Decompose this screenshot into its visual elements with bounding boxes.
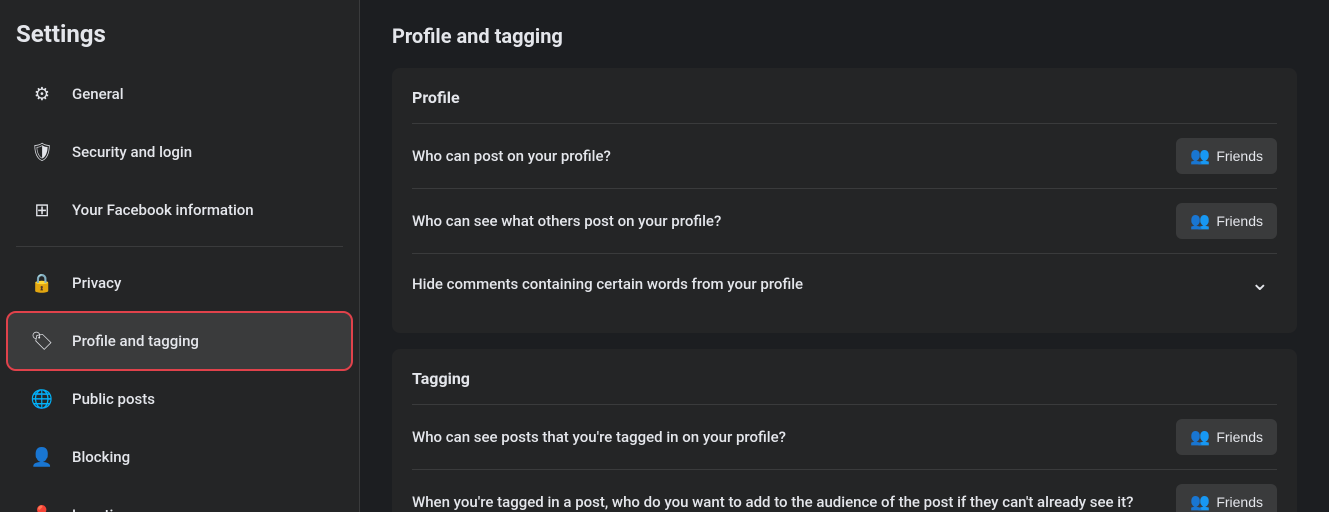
setting-row-who-can-post: Who can post on your profile? 👥 Friends [412,123,1277,188]
setting-label-who-can-see-tagged-posts: Who can see posts that you're tagged in … [412,428,1176,446]
sidebar-item-label-location: Location [72,506,130,512]
friends-button-who-can-see-tagged-posts[interactable]: 👥 Friends [1176,419,1277,455]
public-posts-icon: 🌐 [24,381,60,417]
friends-button-who-can-post[interactable]: 👥 Friends [1176,138,1277,174]
friends-btn-label-who-can-see-others-post: Friends [1216,213,1263,229]
sidebar-item-privacy[interactable]: 🔒 Privacy [8,255,351,311]
sidebar-item-label-facebook-info: Your Facebook information [72,201,254,219]
setting-label-tagged-post-audience: When you're tagged in a post, who do you… [412,493,1176,511]
chevron-button-hide-comments[interactable]: ⌄ [1243,268,1277,299]
friends-button-who-can-see-others-post[interactable]: 👥 Friends [1176,203,1277,239]
setting-label-hide-comments: Hide comments containing certain words f… [412,275,1243,293]
section-heading-tagging-section: Tagging [412,369,1277,388]
friends-btn-label-who-can-post: Friends [1216,148,1263,164]
profile-tagging-icon: 🏷 [24,323,60,359]
setting-label-who-can-see-others-post: Who can see what others post on your pro… [412,212,1176,230]
sidebar-item-label-privacy: Privacy [72,274,121,292]
friends-btn-label-tagged-post-audience: Friends [1216,494,1263,510]
page-title: Profile and tagging [392,24,1297,48]
sidebar-item-label-general: General [72,85,124,103]
sidebar-item-label-security: Security and login [72,143,192,161]
setting-row-hide-comments: Hide comments containing certain words f… [412,253,1277,313]
blocking-icon: 👤 [24,439,60,475]
setting-row-who-can-see-others-post: Who can see what others post on your pro… [412,188,1277,253]
sidebar-item-facebook-info[interactable]: ⊞ Your Facebook information [8,182,351,238]
privacy-icon: 🔒 [24,265,60,301]
sidebar-item-blocking[interactable]: 👤 Blocking [8,429,351,485]
setting-row-who-can-see-tagged-posts: Who can see posts that you're tagged in … [412,404,1277,469]
friends-icon-who-can-see-others-post: 👥 [1190,211,1210,231]
sidebar-item-public-posts[interactable]: 🌐 Public posts [8,371,351,427]
sidebar-item-security[interactable]: 🛡 Security and login [8,124,351,180]
setting-row-tagged-post-audience: When you're tagged in a post, who do you… [412,469,1277,512]
sidebar-item-label-public-posts: Public posts [72,390,155,408]
sidebar: Settings ⚙ General 🛡 Security and login ⊞ You… [0,0,360,512]
section-heading-profile-section: Profile [412,88,1277,107]
sidebar-item-location[interactable]: 📍 Location [8,487,351,512]
friends-button-tagged-post-audience[interactable]: 👥 Friends [1176,484,1277,512]
sidebar-title: Settings [0,20,359,64]
location-icon: 📍 [24,497,60,512]
sidebar-item-label-profile-tagging: Profile and tagging [72,332,199,350]
friends-btn-label-who-can-see-tagged-posts: Friends [1216,429,1263,445]
section-tagging-section: Tagging Who can see posts that you're tag… [392,349,1297,512]
sidebar-item-label-blocking: Blocking [72,448,130,466]
main-content: Profile and tagging Profile Who can post … [360,0,1329,512]
sidebar-item-profile-tagging[interactable]: 🏷 Profile and tagging [8,313,351,369]
security-icon: 🛡 [24,134,60,170]
general-icon: ⚙ [24,76,60,112]
friends-icon-tagged-post-audience: 👥 [1190,492,1210,512]
sidebar-item-general[interactable]: ⚙ General [8,66,351,122]
section-profile-section: Profile Who can post on your profile? 👥 Fri… [392,68,1297,333]
facebook-info-icon: ⊞ [24,192,60,228]
friends-icon-who-can-see-tagged-posts: 👥 [1190,427,1210,447]
friends-icon-who-can-post: 👥 [1190,146,1210,166]
setting-label-who-can-post: Who can post on your profile? [412,147,1176,165]
chevron-down-icon-hide-comments: ⌄ [1251,270,1269,295]
